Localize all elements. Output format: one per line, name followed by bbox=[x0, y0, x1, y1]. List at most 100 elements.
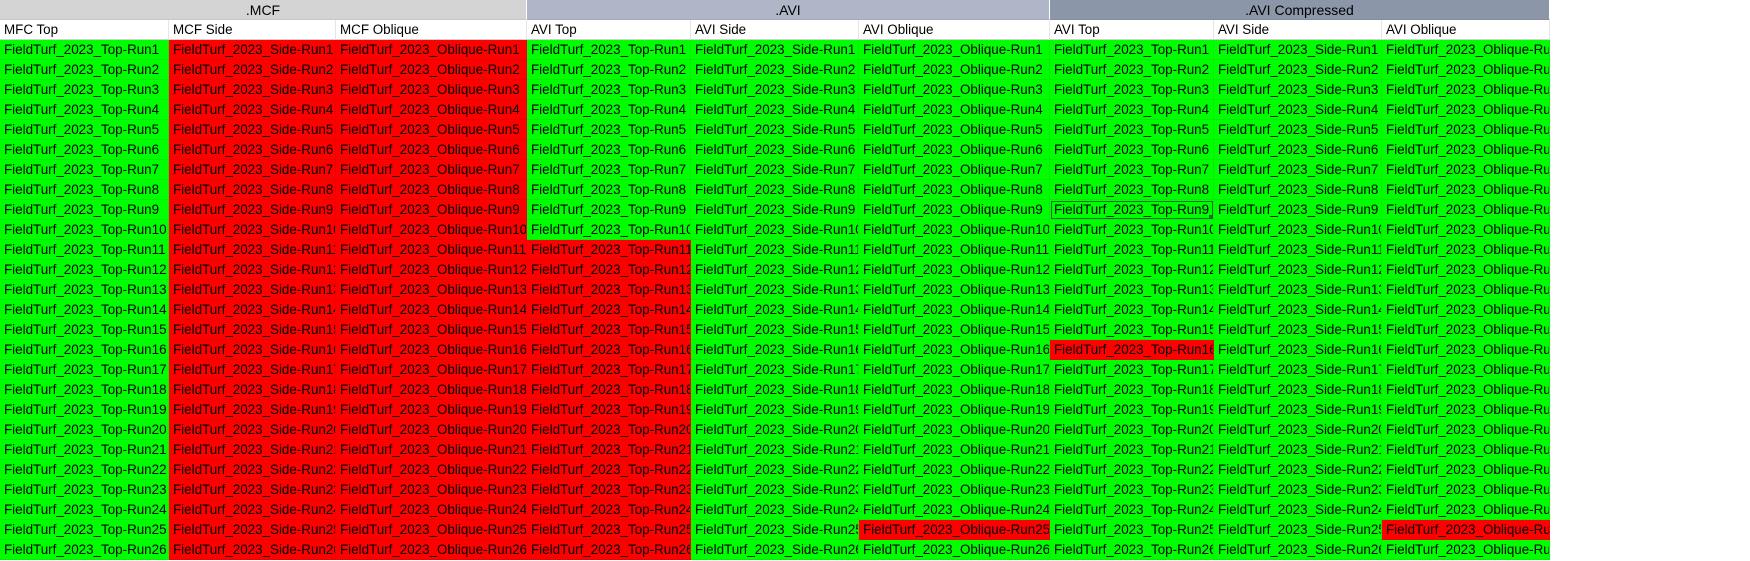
table-cell[interactable]: FieldTurf_2023_Oblique-Run15 bbox=[859, 320, 1050, 340]
table-cell[interactable]: FieldTurf_2023_Top-Run3 bbox=[527, 80, 691, 100]
table-cell[interactable]: FieldTurf_2023_Top-Run10 bbox=[0, 220, 169, 240]
table-cell[interactable]: FieldTurf_2023_Side-Run13 bbox=[691, 280, 859, 300]
table-cell[interactable]: FieldTurf_2023_Oblique-Run26 bbox=[859, 540, 1050, 560]
table-cell[interactable]: FieldTurf_2023_Top-Run22 bbox=[1050, 460, 1214, 480]
table-cell[interactable]: FieldTurf_2023_Oblique-Run18 bbox=[1382, 380, 1550, 400]
table-cell[interactable]: FieldTurf_2023_Side-Run24 bbox=[1214, 500, 1382, 520]
table-cell[interactable]: FieldTurf_2023_Oblique-Run18 bbox=[336, 380, 527, 400]
table-cell[interactable]: FieldTurf_2023_Side-Run22 bbox=[169, 460, 336, 480]
table-cell[interactable]: FieldTurf_2023_Oblique-Run8 bbox=[336, 180, 527, 200]
table-cell[interactable]: FieldTurf_2023_Top-Run21 bbox=[527, 440, 691, 460]
table-cell[interactable]: FieldTurf_2023_Side-Run24 bbox=[169, 500, 336, 520]
table-cell[interactable]: FieldTurf_2023_Oblique-Run1 bbox=[859, 40, 1050, 60]
table-cell[interactable]: FieldTurf_2023_Oblique-Run19 bbox=[1382, 400, 1550, 420]
table-cell[interactable]: FieldTurf_2023_Top-Run20 bbox=[527, 420, 691, 440]
column-header-avi-oblique[interactable]: AVI Oblique bbox=[1382, 20, 1550, 40]
table-cell[interactable]: FieldTurf_2023_Oblique-Run1 bbox=[336, 40, 527, 60]
table-cell[interactable]: FieldTurf_2023_Top-Run23 bbox=[0, 480, 169, 500]
table-cell[interactable]: FieldTurf_2023_Side-Run3 bbox=[1214, 80, 1382, 100]
table-cell[interactable]: FieldTurf_2023_Top-Run19 bbox=[527, 400, 691, 420]
table-cell[interactable]: FieldTurf_2023_Oblique-Run13 bbox=[859, 280, 1050, 300]
table-cell[interactable]: FieldTurf_2023_Oblique-Run6 bbox=[859, 140, 1050, 160]
table-cell[interactable]: FieldTurf_2023_Oblique-Run10 bbox=[859, 220, 1050, 240]
table-cell[interactable]: FieldTurf_2023_Oblique-Run11 bbox=[859, 240, 1050, 260]
table-cell[interactable]: FieldTurf_2023_Oblique-Run22 bbox=[1382, 460, 1550, 480]
table-cell[interactable]: FieldTurf_2023_Oblique-Run3 bbox=[859, 80, 1050, 100]
table-cell[interactable]: FieldTurf_2023_Side-Run1 bbox=[1214, 40, 1382, 60]
table-cell[interactable]: FieldTurf_2023_Side-Run21 bbox=[1214, 440, 1382, 460]
table-cell[interactable]: FieldTurf_2023_Oblique-Run16 bbox=[336, 340, 527, 360]
table-cell[interactable]: FieldTurf_2023_Oblique-Run8 bbox=[1382, 180, 1550, 200]
table-cell[interactable]: FieldTurf_2023_Top-Run5 bbox=[1050, 120, 1214, 140]
table-cell[interactable]: FieldTurf_2023_Side-Run5 bbox=[691, 120, 859, 140]
table-cell[interactable]: FieldTurf_2023_Side-Run1 bbox=[691, 40, 859, 60]
table-cell[interactable]: FieldTurf_2023_Side-Run8 bbox=[169, 180, 336, 200]
table-cell[interactable]: FieldTurf_2023_Oblique-Run26 bbox=[336, 540, 527, 560]
table-cell[interactable]: FieldTurf_2023_Side-Run26 bbox=[691, 540, 859, 560]
table-cell[interactable]: FieldTurf_2023_Top-Run13 bbox=[527, 280, 691, 300]
table-cell[interactable]: FieldTurf_2023_Top-Run8 bbox=[1050, 180, 1214, 200]
table-cell[interactable]: FieldTurf_2023_Side-Run12 bbox=[691, 260, 859, 280]
table-cell[interactable]: FieldTurf_2023_Oblique-Run9 bbox=[859, 200, 1050, 220]
table-cell[interactable]: FieldTurf_2023_Top-Run26 bbox=[1050, 540, 1214, 560]
table-cell[interactable]: FieldTurf_2023_Oblique-Run2 bbox=[1382, 60, 1550, 80]
table-cell[interactable]: FieldTurf_2023_Top-Run12 bbox=[527, 260, 691, 280]
table-cell[interactable]: FieldTurf_2023_Top-Run18 bbox=[1050, 380, 1214, 400]
table-cell[interactable]: FieldTurf_2023_Oblique-Run23 bbox=[336, 480, 527, 500]
table-cell[interactable]: FieldTurf_2023_Top-Run12 bbox=[0, 260, 169, 280]
table-cell[interactable]: FieldTurf_2023_Side-Run19 bbox=[1214, 400, 1382, 420]
table-cell[interactable]: FieldTurf_2023_Top-Run13 bbox=[1050, 280, 1214, 300]
table-cell[interactable]: FieldTurf_2023_Side-Run13 bbox=[169, 280, 336, 300]
table-cell[interactable]: FieldTurf_2023_Top-Run6 bbox=[0, 140, 169, 160]
table-cell[interactable]: FieldTurf_2023_Top-Run16 bbox=[1050, 340, 1214, 360]
table-cell[interactable]: FieldTurf_2023_Oblique-Run11 bbox=[336, 240, 527, 260]
table-cell[interactable]: FieldTurf_2023_Side-Run20 bbox=[691, 420, 859, 440]
table-cell[interactable]: FieldTurf_2023_Oblique-Run13 bbox=[336, 280, 527, 300]
table-cell[interactable]: FieldTurf_2023_Oblique-Run17 bbox=[336, 360, 527, 380]
table-cell[interactable]: FieldTurf_2023_Top-Run9 bbox=[527, 200, 691, 220]
table-cell[interactable]: FieldTurf_2023_Side-Run17 bbox=[169, 360, 336, 380]
table-cell[interactable]: FieldTurf_2023_Side-Run22 bbox=[1214, 460, 1382, 480]
column-header-avi-side[interactable]: AVI Side bbox=[1214, 20, 1382, 40]
table-cell[interactable]: FieldTurf_2023_Oblique-Run23 bbox=[859, 480, 1050, 500]
table-cell[interactable]: FieldTurf_2023_Side-Run11 bbox=[691, 240, 859, 260]
column-group-avi[interactable]: .AVI bbox=[527, 0, 1050, 20]
table-cell[interactable]: FieldTurf_2023_Side-Run20 bbox=[169, 420, 336, 440]
column-header-mfc-top[interactable]: MFC Top bbox=[0, 20, 169, 40]
table-cell[interactable]: FieldTurf_2023_Side-Run16 bbox=[691, 340, 859, 360]
table-cell[interactable]: FieldTurf_2023_Top-Run3 bbox=[0, 80, 169, 100]
table-cell[interactable]: FieldTurf_2023_Side-Run18 bbox=[1214, 380, 1382, 400]
table-cell[interactable]: FieldTurf_2023_Top-Run14 bbox=[527, 300, 691, 320]
table-cell[interactable]: FieldTurf_2023_Oblique-Run2 bbox=[859, 60, 1050, 80]
table-cell[interactable]: FieldTurf_2023_Top-Run8 bbox=[527, 180, 691, 200]
table-cell[interactable]: FieldTurf_2023_Top-Run15 bbox=[0, 320, 169, 340]
table-cell[interactable]: FieldTurf_2023_Oblique-Run1 bbox=[1382, 40, 1550, 60]
table-cell[interactable]: FieldTurf_2023_Oblique-Run8 bbox=[859, 180, 1050, 200]
table-cell[interactable]: FieldTurf_2023_Oblique-Run26 bbox=[1382, 540, 1550, 560]
table-cell[interactable]: FieldTurf_2023_Side-Run5 bbox=[1214, 120, 1382, 140]
table-cell[interactable]: FieldTurf_2023_Top-Run10 bbox=[527, 220, 691, 240]
table-cell[interactable]: FieldTurf_2023_Side-Run7 bbox=[169, 160, 336, 180]
table-cell[interactable]: FieldTurf_2023_Top-Run5 bbox=[0, 120, 169, 140]
table-cell[interactable]: FieldTurf_2023_Oblique-Run12 bbox=[859, 260, 1050, 280]
table-cell[interactable]: FieldTurf_2023_Oblique-Run13 bbox=[1382, 280, 1550, 300]
table-cell[interactable]: FieldTurf_2023_Oblique-Run6 bbox=[336, 140, 527, 160]
table-cell[interactable]: FieldTurf_2023_Oblique-Run7 bbox=[859, 160, 1050, 180]
table-cell[interactable]: FieldTurf_2023_Top-Run11 bbox=[527, 240, 691, 260]
table-cell[interactable]: FieldTurf_2023_Oblique-Run24 bbox=[859, 500, 1050, 520]
column-header-mcf-side[interactable]: MCF Side bbox=[169, 20, 336, 40]
table-cell[interactable]: FieldTurf_2023_Oblique-Run24 bbox=[336, 500, 527, 520]
table-cell[interactable]: FieldTurf_2023_Side-Run26 bbox=[169, 540, 336, 560]
table-cell[interactable]: FieldTurf_2023_Side-Run25 bbox=[169, 520, 336, 540]
table-cell[interactable]: FieldTurf_2023_Side-Run17 bbox=[1214, 360, 1382, 380]
table-cell[interactable]: FieldTurf_2023_Oblique-Run17 bbox=[859, 360, 1050, 380]
table-cell[interactable]: FieldTurf_2023_Oblique-Run5 bbox=[336, 120, 527, 140]
table-cell[interactable]: FieldTurf_2023_Top-Run1 bbox=[0, 40, 169, 60]
table-cell[interactable]: FieldTurf_2023_Side-Run4 bbox=[691, 100, 859, 120]
table-cell[interactable]: FieldTurf_2023_Side-Run9 bbox=[1214, 200, 1382, 220]
table-cell[interactable]: FieldTurf_2023_Top-Run6 bbox=[1050, 140, 1214, 160]
table-cell[interactable]: FieldTurf_2023_Top-Run15 bbox=[527, 320, 691, 340]
table-cell[interactable]: FieldTurf_2023_Oblique-Run20 bbox=[336, 420, 527, 440]
column-group-avi-compressed[interactable]: .AVI Compressed bbox=[1050, 0, 1550, 20]
table-cell[interactable]: FieldTurf_2023_Side-Run7 bbox=[691, 160, 859, 180]
